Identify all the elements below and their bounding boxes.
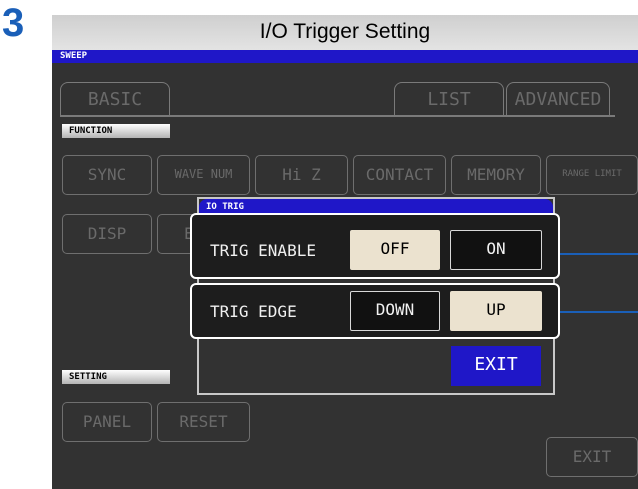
page-title: I/O Trigger Setting xyxy=(259,20,431,43)
trig-enable-off-button[interactable]: OFF xyxy=(350,230,440,270)
tab-divider xyxy=(60,115,615,117)
trig-edge-up-button[interactable]: UP xyxy=(450,291,542,331)
contact-button[interactable]: CONTACT xyxy=(353,155,446,195)
tab-advanced[interactable]: ADVANCED xyxy=(506,82,610,116)
disp-button[interactable]: DISP xyxy=(62,214,152,254)
tab-basic[interactable]: BASIC xyxy=(60,82,170,116)
callout-line-trig-edge xyxy=(560,311,638,313)
trig-enable-label: TRIG ENABLE xyxy=(210,241,316,260)
memory-button[interactable]: MEMORY xyxy=(451,155,541,195)
setting-section-label: SETTING xyxy=(62,370,170,384)
tab-list[interactable]: LIST xyxy=(394,82,504,116)
trig-enable-on-button[interactable]: ON xyxy=(450,230,542,270)
function-section-label: FUNCTION xyxy=(62,124,170,138)
trig-edge-down-button[interactable]: DOWN xyxy=(350,291,440,331)
exit-button[interactable]: EXIT xyxy=(546,437,638,477)
sync-button[interactable]: SYNC xyxy=(62,155,152,195)
reset-button[interactable]: RESET xyxy=(157,402,250,442)
dialog-exit-button[interactable]: EXIT xyxy=(451,346,541,386)
callout-line-trig-enable xyxy=(560,253,638,255)
hi-z-button[interactable]: Hi Z xyxy=(255,155,348,195)
panel-button[interactable]: PANEL xyxy=(62,402,152,442)
step-number: 3 xyxy=(2,1,25,45)
trig-edge-label: TRIG EDGE xyxy=(210,302,297,321)
range-limit-button[interactable]: RANGE LIMIT xyxy=(546,155,638,195)
wave-num-button[interactable]: WAVE NUM xyxy=(157,155,250,195)
mode-header: SWEEP xyxy=(52,50,638,63)
